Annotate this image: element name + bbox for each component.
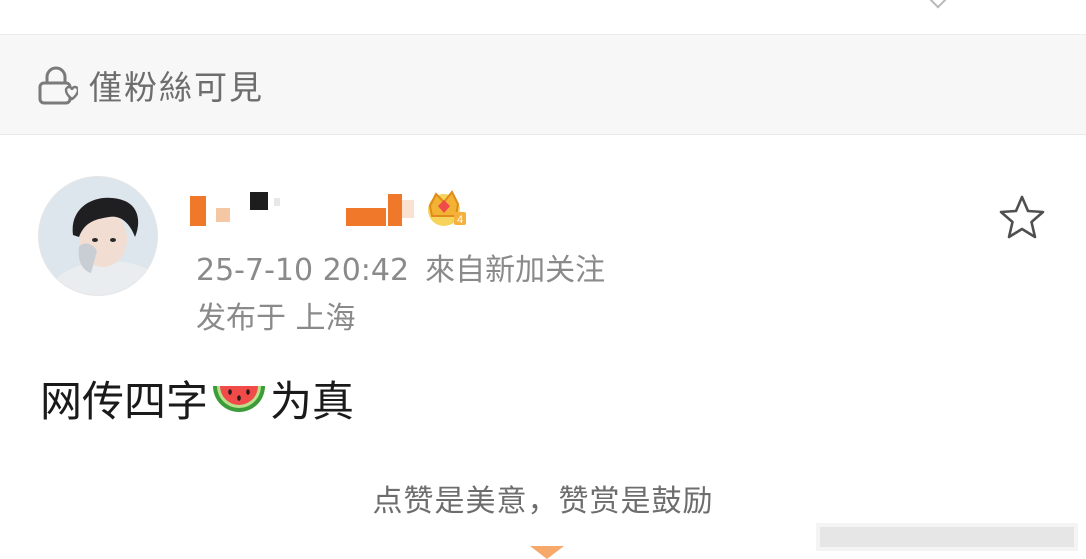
username-redacted[interactable] xyxy=(190,190,430,228)
post-location: 发布于 上海 xyxy=(196,301,356,336)
post-source[interactable]: 來自新加关注 xyxy=(425,253,605,288)
reward-note: 点赞是美意，赞赏是鼓励 xyxy=(0,482,1086,522)
crown-icon: 4 xyxy=(428,190,466,226)
post-text-after: 为真 xyxy=(270,377,355,426)
badge-level: 4 xyxy=(457,214,463,226)
weibo-post-screen: 僅粉絲可見 4 25-7-10 20:42 來自新加关注 发布于 上海 网传四字… xyxy=(0,0,1086,559)
post-text-before: 网传四字 xyxy=(40,377,209,426)
post-meta: 25-7-10 20:42 來自新加关注 xyxy=(196,252,605,290)
visibility-label: 僅粉絲可見 xyxy=(89,68,264,107)
top-strip xyxy=(0,0,1086,35)
avatar[interactable] xyxy=(38,176,158,296)
star-icon[interactable] xyxy=(998,194,1046,240)
reward-note-text: 点赞是美意，赞赏是鼓励 xyxy=(372,484,714,519)
reward-button-edge[interactable] xyxy=(530,540,564,559)
avatar-image xyxy=(39,177,157,295)
post-timestamp: 25-7-10 20:42 xyxy=(196,253,410,288)
lock-heart-icon xyxy=(38,66,78,105)
watermelon-icon xyxy=(213,386,266,412)
watermark-redacted xyxy=(816,523,1078,551)
chevron-down-icon[interactable] xyxy=(929,0,947,9)
post-body: 网传四字 为真 xyxy=(40,376,354,428)
